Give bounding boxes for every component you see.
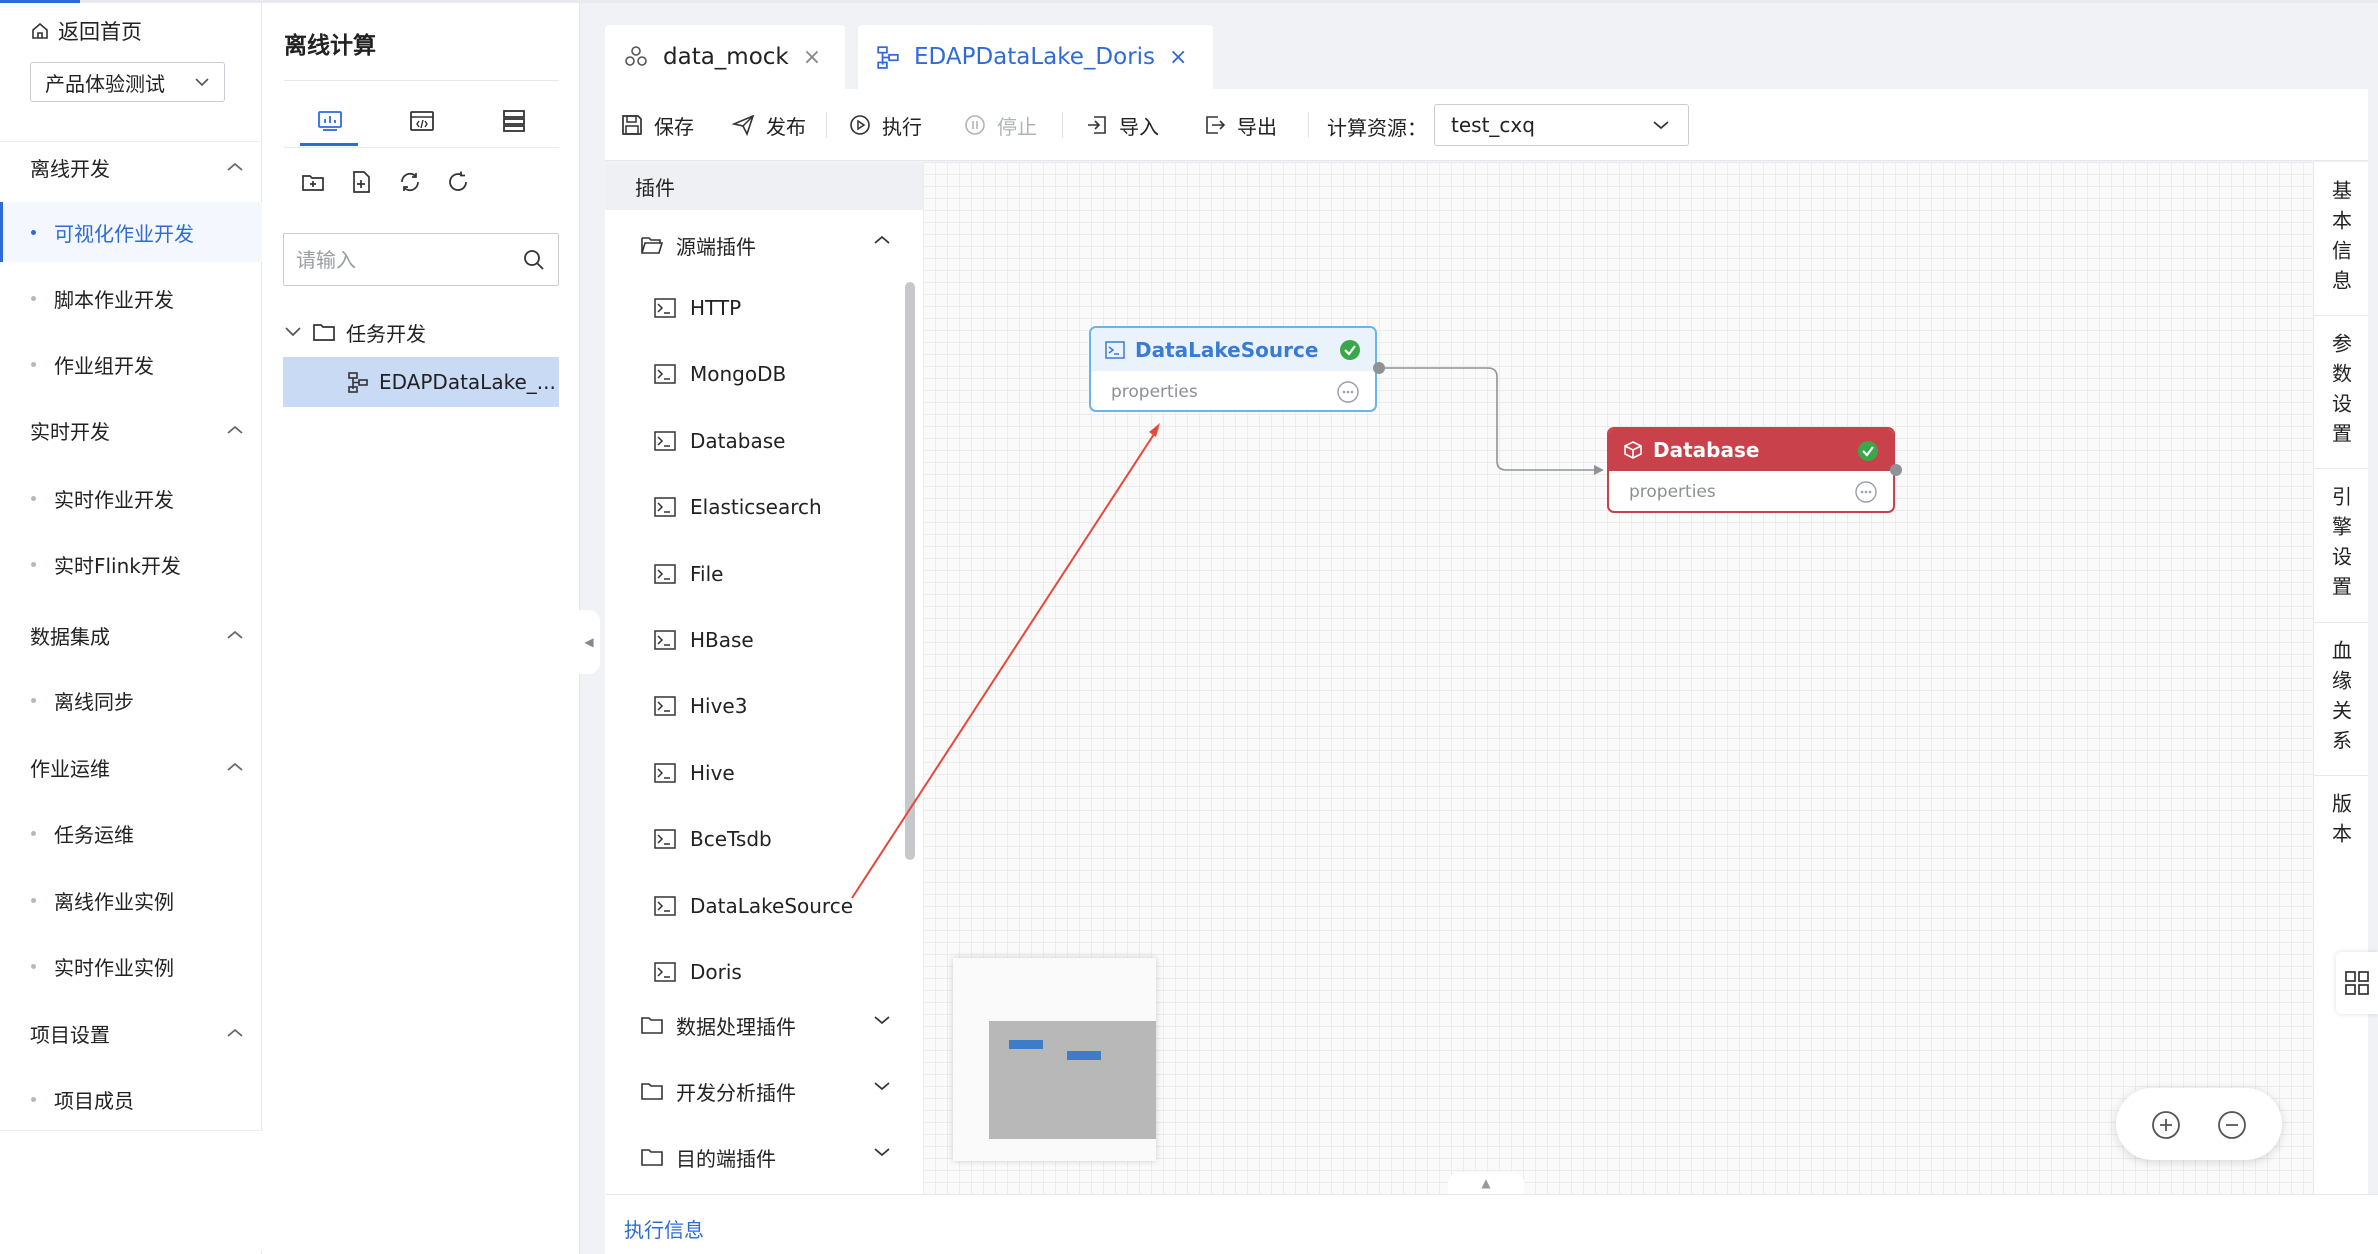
node-properties-label: properties	[1111, 381, 1198, 402]
cube-icon	[1623, 440, 1643, 460]
rail-tab-3[interactable]: 血缘关系	[2313, 640, 2368, 760]
rail-tab-label: 血缘关系	[2328, 640, 2353, 760]
minimap-node	[1067, 1051, 1101, 1060]
rail-separator	[2313, 622, 2368, 623]
minimap-node	[1009, 1040, 1043, 1049]
rail-tab-label: 引擎设置	[2328, 486, 2353, 606]
node-datalake-source[interactable]: DataLakeSource properties	[1089, 326, 1377, 412]
expand-exec-panel-handle[interactable]: ▲	[1448, 1172, 1524, 1194]
edge-arrow-head	[1594, 465, 1604, 475]
zoom-controls	[2116, 1088, 2282, 1160]
rail-tab-1[interactable]: 参数设置	[2313, 333, 2368, 453]
rail-tab-label: 版本	[2328, 793, 2353, 853]
zoom-out-icon[interactable]	[2216, 1109, 2248, 1141]
exec-info-tab[interactable]: 执行信息	[624, 1214, 704, 1243]
rail-tab-0[interactable]: 基本信息	[2313, 180, 2368, 300]
more-icon[interactable]	[1337, 381, 1359, 403]
node-title: Database	[1653, 438, 1760, 462]
node-title: DataLakeSource	[1135, 337, 1319, 362]
edge-layer	[1382, 367, 1604, 475]
output-port[interactable]	[1373, 362, 1385, 374]
node-database[interactable]: Database properties	[1607, 427, 1895, 513]
check-circle-icon	[1857, 440, 1879, 462]
rail-separator	[2313, 315, 2368, 316]
edge-source-to-database	[1382, 367, 1600, 471]
exec-info-bar	[605, 1194, 2378, 1254]
grid-icon[interactable]	[2336, 952, 2378, 1014]
minimap-viewport[interactable]	[989, 1021, 1156, 1139]
rail-tab-label: 参数设置	[2328, 333, 2353, 453]
rail-separator	[2313, 775, 2368, 776]
rail-tab-4[interactable]: 版本	[2313, 793, 2368, 853]
node-properties-label: properties	[1629, 481, 1716, 502]
check-circle-icon	[1339, 339, 1361, 361]
terminal-icon	[1105, 340, 1125, 359]
output-port[interactable]	[1890, 464, 1902, 476]
rail-tab-2[interactable]: 引擎设置	[2313, 486, 2368, 606]
rail-tab-label: 基本信息	[2328, 180, 2353, 300]
more-icon[interactable]	[1855, 481, 1877, 503]
rail-separator	[2313, 468, 2368, 469]
zoom-in-icon[interactable]	[2150, 1109, 2182, 1141]
